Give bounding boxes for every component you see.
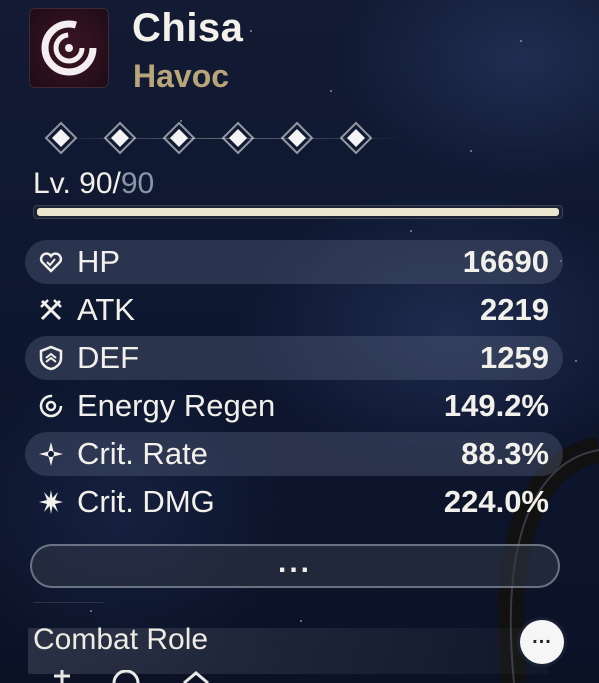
crossed-swords-icon — [38, 297, 64, 323]
crit-dmg-burst-icon — [38, 489, 64, 515]
stat-label: Crit. Rate — [77, 436, 208, 471]
more-stats-button[interactable]: ... — [30, 544, 560, 588]
shield-icon — [38, 345, 64, 371]
stat-label: HP — [77, 244, 121, 279]
character-stats-panel: Chisa Havoc Lv. 90/90 HP 16690 ATK 2219 DEF 1… — [0, 0, 599, 683]
level-current: Lv. 90/ — [33, 167, 121, 200]
crit-rate-sparkle-icon — [38, 441, 64, 467]
havoc-element-icon — [41, 20, 97, 76]
combat-role-title: Combat Role — [33, 623, 209, 656]
stat-row-hp[interactable]: HP 16690 — [25, 240, 563, 284]
more-options-label: ... — [532, 626, 552, 648]
level-label: Lv. 90/90 — [33, 167, 154, 201]
more-stats-label: ... — [277, 546, 312, 579]
level-progress-fill — [37, 208, 559, 216]
diamond-node-icon — [44, 121, 78, 155]
stat-row-atk[interactable]: ATK 2219 — [25, 288, 563, 332]
level-max: 90 — [120, 167, 155, 200]
stat-label: DEF — [77, 340, 139, 375]
combat-role-icons — [54, 670, 209, 683]
character-avatar[interactable] — [29, 8, 109, 88]
stat-value: 2219 — [480, 292, 549, 327]
character-name: Chisa — [132, 6, 244, 50]
stat-value: 224.0% — [443, 484, 549, 519]
stat-row-crit-dmg[interactable]: Crit. DMG 224.0% — [25, 480, 563, 524]
section-divider — [33, 602, 105, 613]
energy-regen-icon — [38, 393, 64, 419]
diamond-node-icon — [339, 121, 373, 155]
stat-row-def[interactable]: DEF 1259 — [25, 336, 563, 380]
stat-label: Crit. DMG — [77, 484, 215, 519]
heart-icon — [38, 249, 64, 275]
chain-node-4[interactable] — [221, 121, 255, 155]
stat-row-crit-rate[interactable]: Crit. Rate 88.3% — [25, 432, 563, 476]
stat-label: Energy Regen — [77, 388, 276, 423]
level-progress-bar — [33, 205, 563, 219]
stat-value: 16690 — [462, 244, 549, 279]
diamond-node-icon — [103, 121, 137, 155]
diamond-node-icon — [221, 121, 255, 155]
chain-node-5[interactable] — [280, 121, 314, 155]
stat-row-energy-regen[interactable]: Energy Regen 149.2% — [25, 384, 563, 428]
diamond-node-icon — [280, 121, 314, 155]
character-element: Havoc — [133, 58, 230, 94]
stat-label: ATK — [77, 292, 135, 327]
chain-node-6[interactable] — [339, 121, 373, 155]
stat-value: 88.3% — [461, 436, 549, 471]
stat-value: 1259 — [480, 340, 549, 375]
more-options-button[interactable]: ... — [520, 620, 564, 664]
chain-node-2[interactable] — [103, 121, 137, 155]
resonance-chain — [44, 121, 404, 157]
stat-value: 149.2% — [443, 388, 549, 423]
chain-node-1[interactable] — [44, 121, 78, 155]
diamond-node-icon — [162, 121, 196, 155]
chain-node-3[interactable] — [162, 121, 196, 155]
